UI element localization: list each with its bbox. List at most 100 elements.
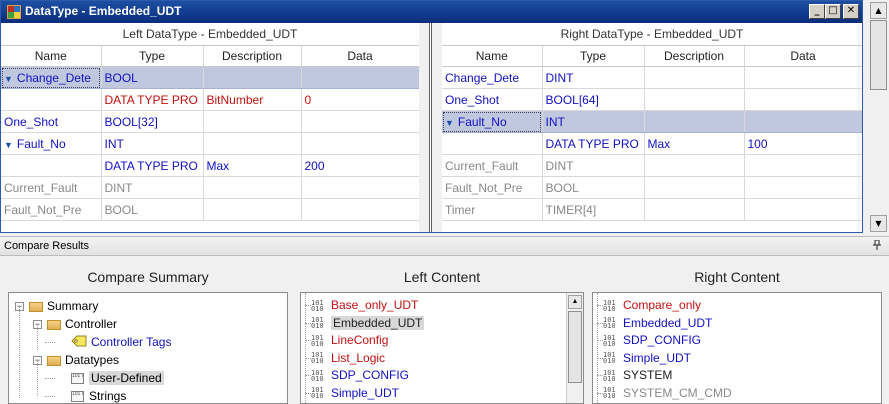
cell-description[interactable]: BitNumber <box>203 88 302 111</box>
cell-description[interactable] <box>644 154 745 177</box>
table-row[interactable]: ▼ Change_Dete BOOL <box>1 66 419 89</box>
column-header-description[interactable]: Description <box>644 46 745 67</box>
scroll-down-arrow-icon[interactable]: ▼ <box>870 215 887 232</box>
close-button[interactable]: ✕ <box>843 4 859 19</box>
cell-data[interactable] <box>744 176 862 199</box>
cell-data[interactable] <box>301 66 419 89</box>
cell-type[interactable]: BOOL[64] <box>542 88 645 111</box>
cell-type[interactable]: DINT <box>542 66 645 89</box>
cell-data[interactable] <box>744 88 862 111</box>
column-header-data[interactable]: Data <box>301 46 419 67</box>
table-row[interactable]: DATA TYPE PRO Max 200 <box>1 154 419 177</box>
window-vertical-scrollbar[interactable]: ▲ ▼ <box>863 0 889 233</box>
table-row[interactable]: Current_Fault DINT <box>442 154 862 177</box>
table-row[interactable]: One_Shot BOOL[64] <box>442 88 862 111</box>
cell-data[interactable] <box>301 176 419 199</box>
table-row[interactable]: Current_Fault DINT <box>1 176 419 199</box>
list-item[interactable]: 101 010 SDP_CONFIG <box>311 367 409 384</box>
column-header-description[interactable]: Description <box>203 46 302 67</box>
cell-type[interactable]: TIMER[4] <box>542 198 645 221</box>
expand-arrow-icon[interactable]: ▼ <box>4 140 13 150</box>
table-row[interactable]: Change_Dete DINT <box>442 66 862 89</box>
table-row[interactable]: Timer TIMER[4] <box>442 198 862 221</box>
cell-name[interactable]: One_Shot <box>1 110 102 133</box>
column-header-name[interactable]: Name <box>442 46 543 67</box>
table-row[interactable]: One_Shot BOOL[32] <box>1 110 419 133</box>
cell-name[interactable]: Fault_Not_Pre <box>1 198 102 221</box>
column-header-name[interactable]: Name <box>1 46 102 67</box>
cell-data[interactable] <box>744 66 862 89</box>
maximize-button[interactable]: □ <box>825 4 841 19</box>
expand-arrow-icon[interactable]: ▼ <box>445 118 454 128</box>
cell-data[interactable] <box>744 154 862 177</box>
left-content-scrollbar[interactable]: ▲ <box>566 293 583 403</box>
cell-type[interactable]: INT <box>101 132 204 155</box>
cell-description[interactable] <box>644 198 745 221</box>
cell-type[interactable]: INT <box>542 110 645 133</box>
list-item[interactable]: 101 010 Embedded_UDT <box>603 315 712 332</box>
compare-summary-tree[interactable]: − Summary − Controller Controller Tags − Datat… <box>8 292 288 404</box>
cell-description[interactable] <box>644 110 745 133</box>
table-row[interactable]: DATA TYPE PRO BitNumber 0 <box>1 88 419 111</box>
window-titlebar[interactable]: DataType - Embedded_UDT _ □ ✕ <box>1 1 862 23</box>
scroll-thumb[interactable] <box>870 20 887 90</box>
column-header-data[interactable]: Data <box>744 46 862 67</box>
cell-data[interactable] <box>301 110 419 133</box>
minimize-button[interactable]: _ <box>809 4 825 19</box>
cell-type[interactable]: DATA TYPE PRO <box>101 154 204 177</box>
cell-description[interactable] <box>203 176 302 199</box>
cell-name[interactable]: Current_Fault <box>442 154 543 177</box>
list-item[interactable]: 101 010 Simple_UDT <box>603 350 691 367</box>
list-item[interactable]: 101 010 Simple_UDT <box>311 385 399 402</box>
table-row[interactable]: ▼ Fault_No INT <box>442 110 862 133</box>
cell-description[interactable] <box>644 88 745 111</box>
cell-type[interactable]: DINT <box>542 154 645 177</box>
expand-arrow-icon[interactable]: ▼ <box>4 74 13 84</box>
right-content-list[interactable]: 101 010 Compare_only 101 010 Embedded_UDT 101 0… <box>592 292 882 404</box>
cell-data[interactable]: 0 <box>301 88 419 111</box>
cell-type[interactable]: BOOL <box>101 198 204 221</box>
cell-type[interactable]: BOOL[32] <box>101 110 204 133</box>
left-content-list[interactable]: ▲ 101 010 Base_only_UDT 101 010 Embedded_UDT 1… <box>300 292 584 404</box>
cell-name[interactable]: Timer <box>442 198 543 221</box>
cell-name[interactable]: Fault_Not_Pre <box>442 176 543 199</box>
cell-data[interactable]: 200 <box>301 154 419 177</box>
cell-description[interactable] <box>203 198 302 221</box>
table-row[interactable]: Fault_Not_Pre BOOL <box>1 198 419 221</box>
cell-type[interactable]: DATA TYPE PRO <box>542 132 645 155</box>
cell-data[interactable] <box>301 132 419 155</box>
cell-description[interactable]: Max <box>644 132 745 155</box>
cell-name[interactable] <box>442 132 543 155</box>
column-header-type[interactable]: Type <box>101 46 204 67</box>
scroll-up-arrow-icon[interactable]: ▲ <box>568 295 582 309</box>
cell-description[interactable] <box>644 176 745 199</box>
table-row[interactable]: DATA TYPE PRO Max 100 <box>442 132 862 155</box>
list-item[interactable]: 101 010 List_Logic <box>311 350 385 367</box>
list-item[interactable]: 101 010 SYSTEM <box>603 367 672 384</box>
cell-description[interactable] <box>644 66 745 89</box>
cell-name[interactable]: Change_Dete <box>442 66 543 89</box>
cell-name[interactable]: ▼ Change_Dete <box>1 66 102 89</box>
scroll-thumb[interactable] <box>568 311 582 383</box>
column-header-type[interactable]: Type <box>542 46 645 67</box>
table-row[interactable]: ▼ Fault_No INT <box>1 132 419 155</box>
cell-description[interactable] <box>203 110 302 133</box>
cell-description[interactable] <box>203 66 302 89</box>
cell-data[interactable] <box>744 198 862 221</box>
cell-name[interactable]: One_Shot <box>442 88 543 111</box>
cell-type[interactable]: BOOL <box>542 176 645 199</box>
cell-data[interactable] <box>744 110 862 133</box>
pin-icon[interactable] <box>873 239 881 253</box>
list-item[interactable]: 101 010 Base_only_UDT <box>311 297 418 314</box>
cell-data[interactable] <box>301 198 419 221</box>
panel-splitter[interactable] <box>419 23 442 232</box>
cell-description[interactable]: Max <box>203 154 302 177</box>
table-row[interactable]: Fault_Not_Pre BOOL <box>442 176 862 199</box>
cell-name[interactable]: ▼ Fault_No <box>442 110 543 133</box>
list-item[interactable]: 101 010 SDP_CONFIG <box>603 332 701 349</box>
scroll-up-arrow-icon[interactable]: ▲ <box>870 2 887 19</box>
cell-type[interactable]: DATA TYPE PRO <box>101 88 204 111</box>
list-item[interactable]: 101 010 Embedded_UDT <box>311 315 425 332</box>
cell-name[interactable]: ▼ Fault_No <box>1 132 102 155</box>
cell-name[interactable]: Current_Fault <box>1 176 102 199</box>
